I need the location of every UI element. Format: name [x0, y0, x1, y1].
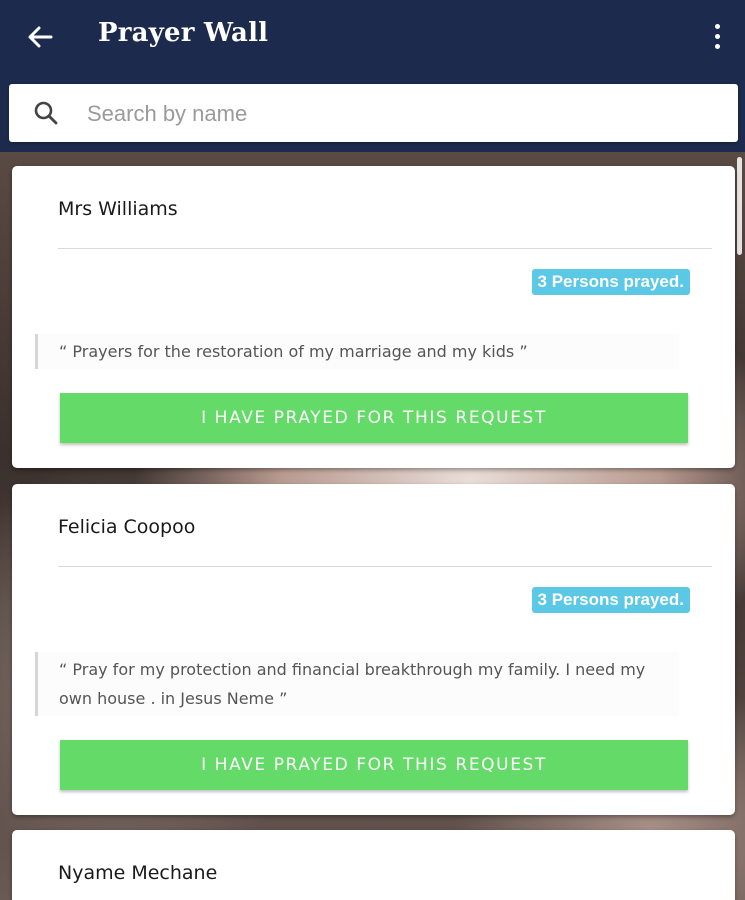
page-title: Prayer Wall: [98, 18, 269, 48]
prayer-wall-screen: Prayer Wall Mrs Williams 3 Persons praye…: [0, 0, 745, 900]
divider: [58, 566, 712, 567]
requester-name: Nyame Mechane: [58, 862, 218, 884]
more-vert-icon: [714, 23, 720, 29]
prayed-count-badge: 3 Persons prayed.: [531, 587, 690, 613]
requester-name: Felicia Coopoo: [58, 516, 196, 538]
prayed-count-badge: 3 Persons prayed.: [531, 269, 690, 295]
scrollbar[interactable]: [737, 157, 742, 255]
requester-name: Mrs Williams: [58, 198, 178, 220]
i-have-prayed-button[interactable]: I HAVE PRAYED FOR THIS REQUEST: [60, 393, 688, 443]
search-icon: [34, 101, 58, 125]
app-bar: Prayer Wall: [0, 0, 745, 82]
search-bar: [0, 82, 745, 152]
arrow-left-icon: [28, 26, 53, 48]
search-input[interactable]: [85, 92, 709, 136]
i-have-prayed-button[interactable]: I HAVE PRAYED FOR THIS REQUEST: [60, 740, 688, 790]
divider: [58, 248, 712, 249]
more-options-button[interactable]: [707, 18, 727, 54]
prayer-request-card: Nyame Mechane: [12, 830, 735, 900]
back-button[interactable]: [20, 17, 60, 57]
search-box[interactable]: [9, 84, 738, 142]
prayer-request-card: Felicia Coopoo 3 Persons prayed. “ Pray …: [12, 484, 735, 815]
prayer-request-text: “ Prayers for the restoration of my marr…: [35, 334, 679, 369]
prayer-request-text: “ Pray for my protection and financial b…: [35, 652, 679, 716]
prayer-request-card: Mrs Williams 3 Persons prayed. “ Prayers…: [12, 166, 735, 468]
